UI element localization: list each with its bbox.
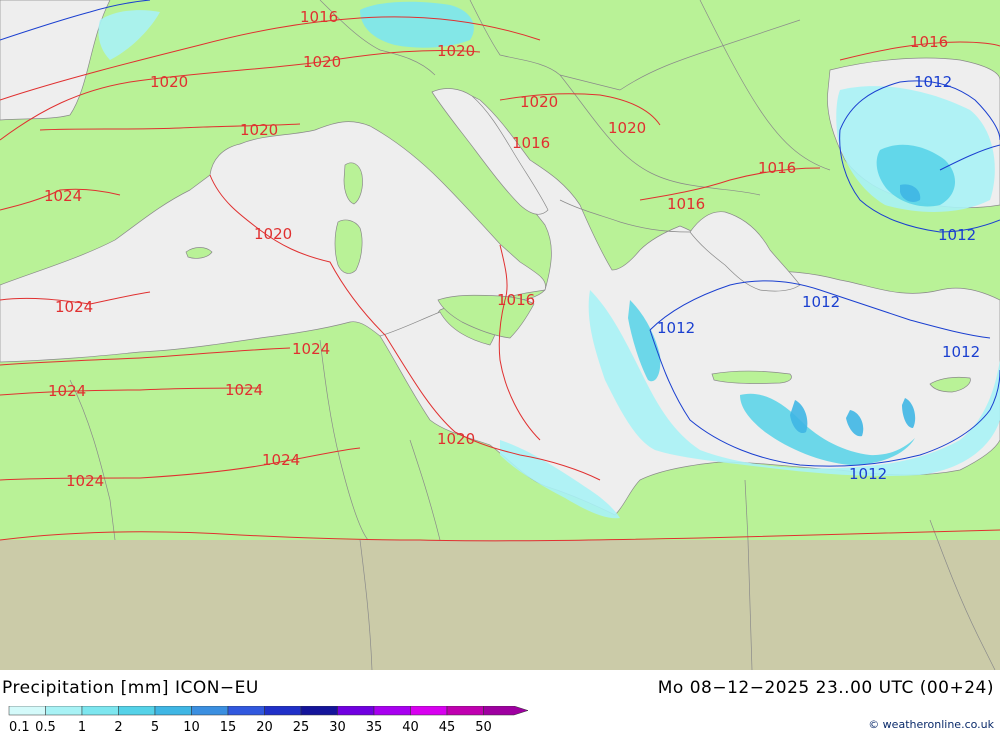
- legend-label: 2: [114, 720, 122, 733]
- isobar-label: 1024: [225, 381, 263, 399]
- isobar-label: 1020: [150, 73, 188, 91]
- legend-swatch: [154, 706, 192, 716]
- legend-swatch: [227, 706, 265, 716]
- copyright-link[interactable]: © weatheronline.co.uk: [868, 718, 994, 731]
- legend-swatch: [264, 706, 302, 716]
- legend-label: 40: [402, 720, 419, 733]
- legend-labels: 0.1 0.5 1 2 5 10 15 20 25 30 35 40 45 50: [9, 720, 492, 733]
- isobar-label: 1024: [292, 340, 330, 358]
- isobar-label: 1024: [262, 451, 300, 469]
- isobar-label: 1020: [254, 225, 292, 243]
- legend-label: 20: [256, 720, 273, 733]
- isobar-label: 1012: [657, 319, 695, 337]
- legend-label: 25: [293, 720, 310, 733]
- legend-swatch: [410, 706, 448, 716]
- legend-swatch: [300, 706, 338, 716]
- precipitation-legend: 0.1 0.5 1 2 5 10 15 20 25 30 35 40 45 50: [8, 706, 528, 733]
- legend-swatch: [191, 706, 229, 716]
- isobar-label: 1024: [48, 382, 86, 400]
- isobar-label: 1020: [303, 53, 341, 71]
- isobar-label: 1024: [66, 472, 104, 490]
- island-crete: [711, 370, 792, 384]
- legend-swatch: [446, 706, 484, 716]
- legend-swatch: [45, 706, 83, 716]
- precipitation-map[interactable]: 1016 1020 1020 1020 1020 1020 1020 1016 …: [0, 0, 1000, 670]
- legend-label: 15: [220, 720, 237, 733]
- legend-label: 0.5: [35, 720, 56, 733]
- isobar-label: 1016: [300, 8, 338, 26]
- legend-label: 10: [183, 720, 200, 733]
- legend-swatch: [483, 706, 528, 716]
- isobar-label: 1016: [497, 291, 535, 309]
- legend-swatch: [373, 706, 411, 716]
- isobar-label: 1020: [240, 121, 278, 139]
- outside-model-domain: [0, 540, 1000, 670]
- isobar-label: 1016: [667, 195, 705, 213]
- map-title: Precipitation [mm] ICON−EU: [2, 678, 259, 698]
- legend-label: 0.1: [9, 720, 30, 733]
- legend-label: 5: [151, 720, 159, 733]
- isobar-label: 1016: [758, 159, 796, 177]
- island-sardinia: [334, 219, 363, 274]
- legend-label: 50: [475, 720, 492, 733]
- legend-label: 1: [78, 720, 86, 733]
- isobar-label: 1012: [802, 293, 840, 311]
- isobar-label: 1020: [437, 430, 475, 448]
- isobar-label: 1020: [520, 93, 558, 111]
- legend-label: 35: [366, 720, 383, 733]
- legend-swatch: [81, 706, 119, 716]
- isobar-label: 1024: [44, 187, 82, 205]
- isobar-label: 1020: [437, 42, 475, 60]
- isobar-label: 1020: [608, 119, 646, 137]
- isobar-label: 1016: [512, 134, 550, 152]
- isobar-label: 1012: [849, 465, 887, 483]
- forecast-datetime: Mo 08−12−2025 23..00 UTC (00+24): [657, 678, 994, 698]
- legend-swatch: [118, 706, 156, 716]
- isobar-label: 1012: [942, 343, 980, 361]
- weather-map-view: 1016 1020 1020 1020 1020 1020 1020 1016 …: [0, 0, 1000, 733]
- isobar-label: 1012: [914, 73, 952, 91]
- isobar-label: 1024: [55, 298, 93, 316]
- isobar-label: 1016: [910, 33, 948, 51]
- legend-swatch: [8, 706, 46, 716]
- legend-label: 30: [329, 720, 346, 733]
- isobar-label: 1012: [938, 226, 976, 244]
- legend-label: 45: [439, 720, 456, 733]
- legend-swatch: [337, 706, 375, 716]
- legend-swatches: [8, 706, 528, 716]
